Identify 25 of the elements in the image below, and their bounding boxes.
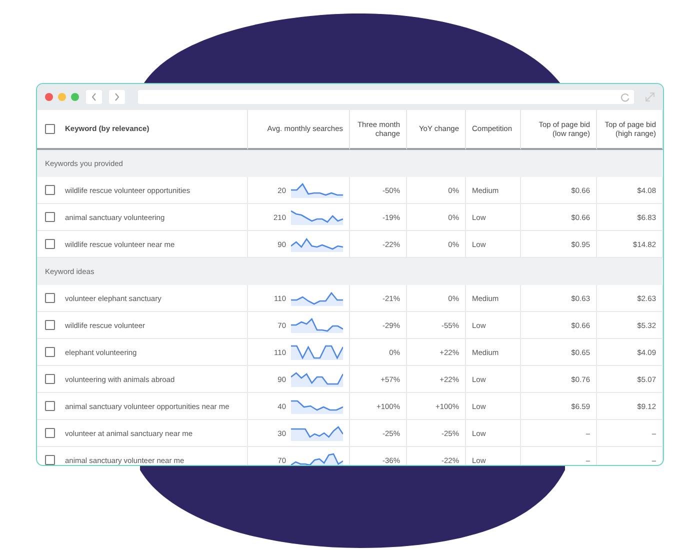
sparkline xyxy=(291,209,343,225)
checkbox[interactable] xyxy=(45,239,55,249)
sparkline xyxy=(291,398,343,414)
sparkline xyxy=(291,425,343,441)
back-icon[interactable] xyxy=(86,90,102,104)
checkbox[interactable] xyxy=(45,293,55,303)
sparkline xyxy=(291,182,343,198)
checkbox[interactable] xyxy=(45,401,55,411)
checkbox[interactable] xyxy=(45,455,55,465)
checkbox[interactable] xyxy=(45,428,55,438)
checkbox[interactable] xyxy=(45,374,55,384)
sparkline xyxy=(291,371,343,387)
sparkline xyxy=(291,317,343,333)
checkbox[interactable] xyxy=(45,320,55,330)
checkbox[interactable] xyxy=(45,212,55,222)
checkbox[interactable] xyxy=(45,185,55,195)
checkbox[interactable] xyxy=(45,124,55,134)
sparkline xyxy=(291,236,343,252)
sparkline xyxy=(291,290,343,306)
close-icon[interactable] xyxy=(45,93,53,101)
address-field[interactable] xyxy=(138,90,634,104)
forward-icon[interactable] xyxy=(109,90,125,104)
sparkline xyxy=(291,452,343,465)
sparkline xyxy=(291,344,343,360)
checkbox[interactable] xyxy=(45,347,55,357)
